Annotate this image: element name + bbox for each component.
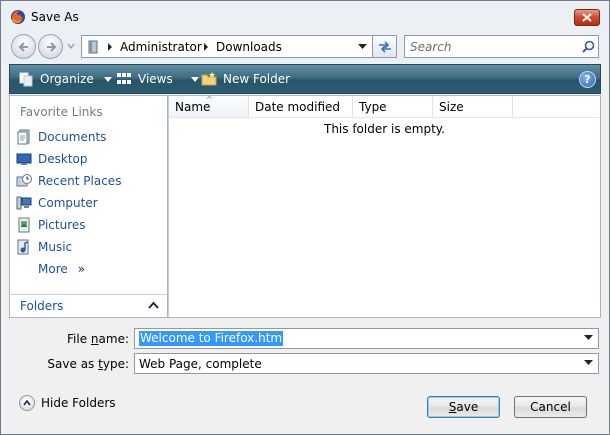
search-icon[interactable] xyxy=(582,40,595,53)
file-name-label: File name: xyxy=(67,332,129,346)
command-bar: Organize Views New Folder ? xyxy=(9,64,601,94)
chevron-up-icon[interactable] xyxy=(148,301,159,309)
chevron-down-icon[interactable] xyxy=(358,44,367,50)
favorite-link-music[interactable]: Music xyxy=(16,237,72,257)
new-folder-icon xyxy=(201,72,217,86)
breadcrumb-separator-icon[interactable] xyxy=(106,42,114,52)
title-bar: Save As xyxy=(1,1,609,32)
chevron-up-circle-icon xyxy=(19,395,35,411)
navigation-row: Administrator Downloads Search xyxy=(1,32,609,62)
folders-toggle-bar[interactable]: Folders xyxy=(10,294,167,317)
save-button[interactable]: Save xyxy=(427,396,500,418)
help-icon: ? xyxy=(584,73,591,86)
refresh-icon xyxy=(378,40,391,53)
favorite-link-label: Desktop xyxy=(38,152,88,166)
arrow-left-icon xyxy=(18,41,28,52)
favorite-link-desktop[interactable]: Desktop xyxy=(16,149,88,169)
favorite-links-heading: Favorite Links xyxy=(20,105,103,119)
search-input[interactable]: Search xyxy=(404,35,599,58)
column-label: Size xyxy=(439,100,464,114)
favorite-link-label: Music xyxy=(38,240,73,254)
column-header-type[interactable]: Type xyxy=(353,96,433,118)
chevron-down-icon xyxy=(103,76,112,82)
favorite-link-label: Recent Places xyxy=(38,174,122,188)
firefox-icon xyxy=(11,10,25,24)
hide-folders-label: Hide Folders xyxy=(41,396,116,410)
file-list[interactable]: ^ Name Date modified Type Size This fold… xyxy=(168,95,601,318)
hide-folders-button[interactable]: Hide Folders xyxy=(19,395,116,411)
column-label: Type xyxy=(359,100,387,114)
new-folder-button[interactable]: New Folder xyxy=(201,71,290,87)
cancel-button[interactable]: Cancel xyxy=(514,396,587,418)
save-as-type-value: Web Page, complete xyxy=(139,357,262,371)
computer-icon xyxy=(16,195,32,211)
favorite-link-computer[interactable]: Computer xyxy=(16,193,98,213)
favorite-link-label: Computer xyxy=(38,196,98,210)
refresh-button[interactable] xyxy=(373,35,397,58)
folder-bar-icon xyxy=(88,40,98,54)
empty-folder-message: This folder is empty. xyxy=(324,122,445,136)
more-label: More xyxy=(38,262,68,276)
navigation-pane: Favorite Links Documents Desktop Recent … xyxy=(9,95,168,318)
favorite-link-documents[interactable]: Documents xyxy=(16,127,106,147)
more-links-button[interactable]: More » xyxy=(38,259,85,279)
music-icon xyxy=(16,239,32,255)
file-name-field[interactable]: Welcome to Firefox.htm xyxy=(134,328,599,349)
views-label: Views xyxy=(138,72,173,86)
window-title: Save As xyxy=(31,10,79,24)
chevron-down-icon[interactable] xyxy=(584,335,593,341)
save-as-type-label: Save as type: xyxy=(47,357,129,371)
desktop-icon xyxy=(16,151,32,167)
save-as-dialog: Save As Administrator Downloads Search O… xyxy=(0,0,610,435)
folders-label: Folders xyxy=(20,299,64,313)
chevron-down-icon[interactable] xyxy=(584,360,593,366)
save-as-type-select[interactable]: Web Page, complete xyxy=(134,353,599,374)
breadcrumb-administrator[interactable]: Administrator xyxy=(120,40,202,54)
documents-icon xyxy=(16,129,32,145)
organize-button[interactable]: Organize xyxy=(18,71,112,87)
close-icon xyxy=(582,13,592,22)
recent-places-icon xyxy=(16,173,32,189)
views-icon xyxy=(117,73,131,84)
new-folder-label: New Folder xyxy=(223,72,291,86)
breadcrumb-separator-icon[interactable] xyxy=(202,42,210,52)
back-button[interactable] xyxy=(11,34,36,59)
column-header-size[interactable]: Size xyxy=(433,96,513,118)
help-button[interactable]: ? xyxy=(579,71,596,88)
search-placeholder: Search xyxy=(410,40,452,54)
organize-label: Organize xyxy=(40,72,94,86)
views-button[interactable]: Views xyxy=(116,71,199,87)
favorite-link-recent-places[interactable]: Recent Places xyxy=(16,171,121,191)
double-chevron-right-icon: » xyxy=(77,262,86,276)
chevron-down-icon xyxy=(190,76,199,82)
address-bar[interactable]: Administrator Downloads xyxy=(81,35,373,58)
close-button[interactable] xyxy=(574,9,600,26)
sort-ascending-icon: ^ xyxy=(206,95,213,104)
forward-button[interactable] xyxy=(38,34,63,59)
favorite-link-label: Documents xyxy=(38,130,107,144)
organize-icon xyxy=(19,72,33,87)
pictures-icon xyxy=(16,217,32,233)
column-header-name[interactable]: ^ Name xyxy=(169,95,249,118)
favorite-link-label: Pictures xyxy=(38,218,86,232)
column-header-date-modified[interactable]: Date modified xyxy=(249,96,353,118)
recent-pages-dropdown-icon[interactable] xyxy=(66,41,76,51)
favorite-link-pictures[interactable]: Pictures xyxy=(16,215,86,235)
arrow-right-icon xyxy=(46,41,56,52)
breadcrumb-downloads[interactable]: Downloads xyxy=(216,40,282,54)
column-label: Date modified xyxy=(255,100,341,114)
column-header-filler xyxy=(513,96,600,118)
file-name-value[interactable]: Welcome to Firefox.htm xyxy=(139,331,284,346)
